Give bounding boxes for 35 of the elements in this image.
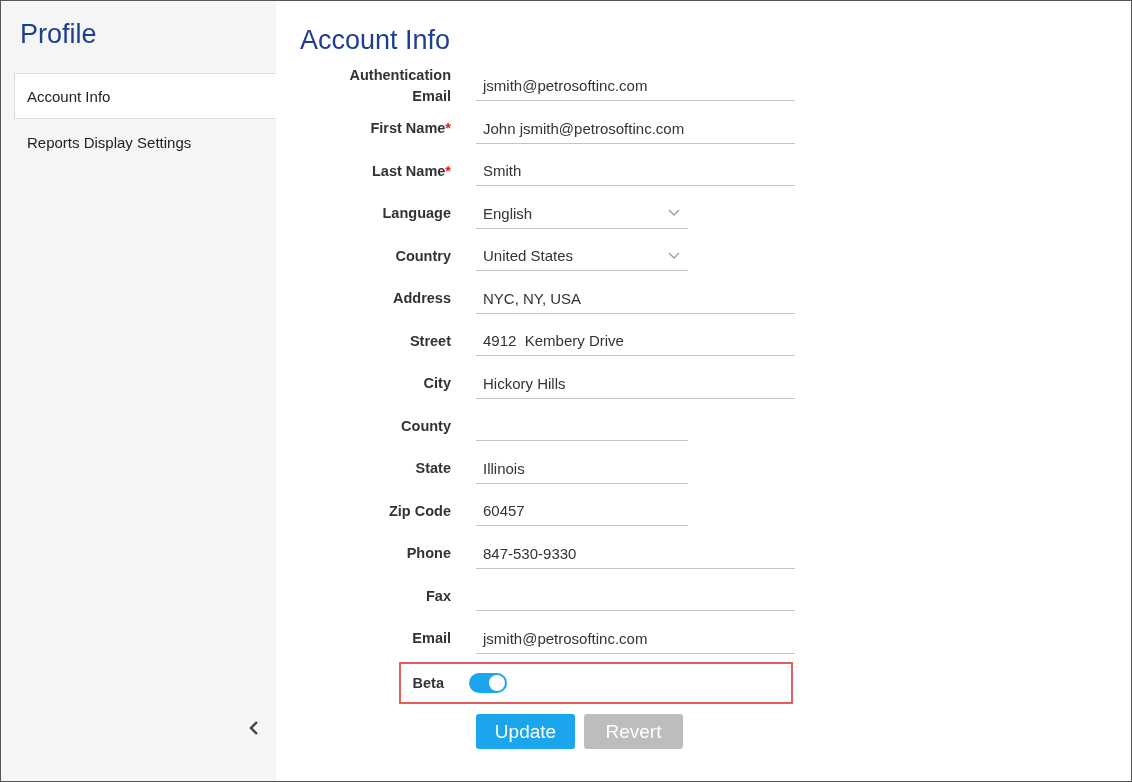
input-field[interactable]: John jsmith@petrosoftinc.com	[476, 113, 795, 144]
field-label: Fax	[425, 586, 451, 606]
input-field[interactable]: Illinois	[476, 453, 688, 484]
sidebar-item[interactable]: Account Info	[14, 73, 276, 119]
field-label: Language	[381, 204, 451, 224]
field-label: Authentication Email	[348, 66, 451, 107]
field-label: County	[400, 416, 451, 436]
toggle-switch[interactable]	[469, 673, 507, 693]
field-label: Last Name*	[371, 161, 451, 181]
input-field[interactable]: NYC, NY, USA	[476, 283, 795, 314]
field-label: Address	[391, 289, 451, 309]
chevron-down-icon	[668, 251, 680, 260]
field-label: State	[414, 459, 451, 479]
input-field[interactable]: 60457	[476, 496, 688, 527]
sidebar-title: Profile	[20, 19, 98, 51]
input-field[interactable]: jsmith@petrosoftinc.com	[476, 71, 795, 102]
input-field[interactable]: jsmith@petrosoftinc.com	[476, 623, 795, 654]
field-label: Zip Code	[387, 501, 451, 521]
sidebar-item[interactable]: Reports Display Settings	[14, 119, 276, 165]
input-field[interactable]: 4912 Kembery Drive	[476, 326, 795, 357]
field-label: First Name*	[369, 119, 451, 139]
field-label: Country	[394, 246, 451, 266]
dropdown-field[interactable]: United States	[476, 241, 688, 272]
input-field[interactable]: 847-530-9330	[476, 538, 795, 569]
chevron-down-icon	[668, 209, 680, 218]
field-label: Phone	[405, 544, 451, 564]
page-title: Account Info	[300, 25, 452, 57]
field-label: Email	[411, 629, 451, 649]
field-label: City	[422, 374, 451, 394]
input-field[interactable]: Hickory Hills	[476, 368, 795, 399]
chevron-left-icon[interactable]	[249, 721, 259, 735]
dropdown-field[interactable]: English	[476, 198, 688, 229]
toggle-label: Beta	[411, 675, 444, 691]
input-field[interactable]: Smith	[476, 156, 795, 187]
field-label: Street	[408, 331, 451, 351]
